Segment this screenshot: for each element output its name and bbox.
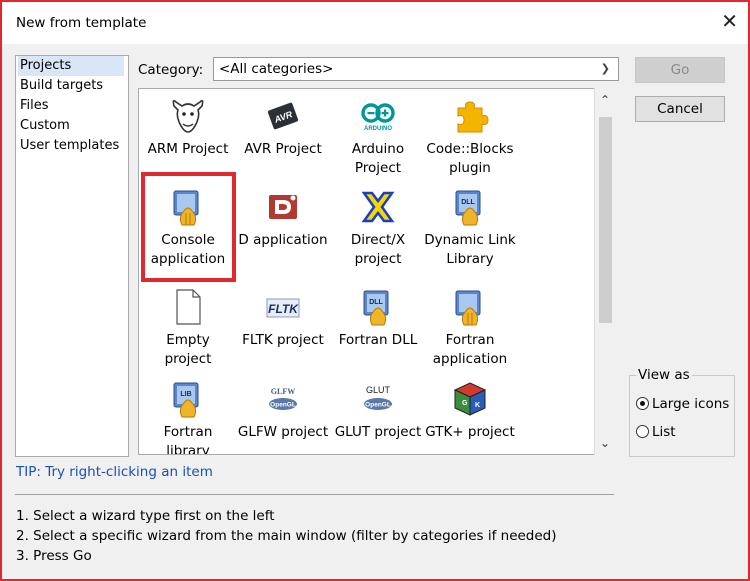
template-label: Empty project <box>164 332 212 367</box>
template-label: Code::Blocks plugin <box>426 141 514 176</box>
radio-unchecked-icon <box>636 425 649 438</box>
gnu-icon <box>168 96 208 136</box>
dll-icon: DLL <box>450 187 490 227</box>
radio-label: Large icons <box>652 396 730 412</box>
blank-page-icon <box>168 287 208 327</box>
svg-text:DLL: DLL <box>369 299 383 306</box>
lib-icon: LIB <box>168 379 208 419</box>
view-list-radio[interactable]: List <box>636 424 676 440</box>
chevron-up-icon[interactable]: ⌃ <box>600 93 610 107</box>
view-as-title: View as <box>636 367 692 383</box>
template-label: Arduino Project <box>351 141 405 176</box>
template-fltk-project[interactable]: FLTK FLTK project <box>236 287 330 350</box>
directx-icon <box>358 187 398 227</box>
template-label: Fortran DLL <box>338 332 418 348</box>
template-fortran-dll[interactable]: DLL Fortran DLL <box>331 287 425 350</box>
template-fortran-application[interactable]: Fortran application <box>423 287 517 369</box>
template-fortran-library[interactable]: LIB Fortran library <box>141 379 235 455</box>
template-arm-project[interactable]: ARM Project <box>141 96 235 159</box>
svg-text:FLTK: FLTK <box>268 302 299 316</box>
svg-text:OpenGL: OpenGL <box>270 402 296 409</box>
tip-text: TIP: Try right-clicking an item <box>16 464 213 480</box>
divider <box>15 494 614 495</box>
svg-text:OpenGL: OpenGL <box>365 402 391 409</box>
template-gtk-project[interactable]: GK GTK+ project <box>423 379 517 442</box>
chevron-down-icon: ❯ <box>600 62 610 75</box>
template-glut-project[interactable]: GLUT OpenGL GLUT project <box>331 379 425 442</box>
gtk-cube-icon: GK <box>450 379 490 419</box>
chevron-down-icon[interactable]: ⌄ <box>600 436 610 450</box>
template-label: Fortran library <box>163 424 213 455</box>
fltk-icon: FLTK <box>263 287 303 327</box>
svg-text:K: K <box>475 402 480 409</box>
svg-text:GLUT: GLUT <box>366 385 391 395</box>
svg-text:DLL: DLL <box>461 199 475 206</box>
svg-text:G: G <box>462 400 468 407</box>
close-icon[interactable]: ✕ <box>721 11 738 31</box>
scrollbar-thumb[interactable] <box>599 117 612 323</box>
template-avr-project[interactable]: AVR AVR Project <box>236 96 330 159</box>
template-label: GLFW project <box>237 424 329 440</box>
svg-text:ARDUINO: ARDUINO <box>364 126 392 132</box>
wizard-type-list[interactable]: Projects Build targets Files Custom User… <box>15 55 129 457</box>
highlight-box <box>141 172 236 282</box>
template-empty-project[interactable]: Empty project <box>141 287 235 369</box>
template-label: Dynamic Link Library <box>424 232 516 267</box>
dll-icon: DLL <box>358 287 398 327</box>
svg-text:LIB: LIB <box>180 391 191 398</box>
template-label: ARM Project <box>147 141 229 157</box>
view-as-group: View as Large icons List <box>629 367 735 457</box>
category-dropdown[interactable]: <All categories> ❯ <box>213 57 619 81</box>
template-label: AVR Project <box>244 141 322 157</box>
radio-checked-icon <box>636 397 649 410</box>
title-bar: New from template ✕ <box>2 2 748 44</box>
avr-chip-icon: AVR <box>263 96 303 136</box>
template-label: Fortran application <box>432 332 508 367</box>
d-logo-icon <box>263 187 303 227</box>
template-arduino-project[interactable]: ARDUINO Arduino Project <box>331 96 425 178</box>
puzzle-piece-icon <box>450 96 490 136</box>
wizard-type-user-templates[interactable]: User templates <box>16 136 128 156</box>
glut-opengl-icon: GLUT OpenGL <box>358 379 398 419</box>
template-label: GTK+ project <box>425 424 515 440</box>
wizard-type-build-targets[interactable]: Build targets <box>16 76 128 96</box>
template-label: Direct/X project <box>350 232 406 267</box>
template-codeblocks-plugin[interactable]: Code::Blocks plugin <box>423 96 517 178</box>
cancel-button[interactable]: Cancel <box>635 96 725 122</box>
radio-label: List <box>652 424 676 440</box>
wizard-type-custom[interactable]: Custom <box>16 116 128 136</box>
template-glfw-project[interactable]: GLFW OpenGL GLFW project <box>236 379 330 442</box>
view-large-icons-radio[interactable]: Large icons <box>636 396 729 412</box>
template-directx-project[interactable]: Direct/X project <box>331 187 425 269</box>
category-label: Category: <box>138 62 204 78</box>
template-label: FLTK project <box>242 332 324 348</box>
instruction-line: 3. Press Go <box>16 548 92 564</box>
template-dynamic-link-library[interactable]: DLL Dynamic Link Library <box>423 187 517 269</box>
template-grid-scrollbar[interactable]: ⌃ ⌄ <box>594 88 616 455</box>
instruction-line: 1. Select a wizard type first on the lef… <box>16 508 275 524</box>
glfw-opengl-icon: GLFW OpenGL <box>263 379 303 419</box>
dialog-title: New from template <box>16 15 147 31</box>
template-d-application[interactable]: D application <box>236 187 330 250</box>
template-label: GLUT project <box>334 424 422 440</box>
console-app-icon <box>450 287 490 327</box>
new-from-template-dialog: New from template ✕ Projects Build targe… <box>0 0 750 581</box>
instruction-line: 2. Select a specific wizard from the mai… <box>16 528 557 544</box>
category-value: <All categories> <box>219 61 334 77</box>
svg-text:GLFW: GLFW <box>271 387 295 396</box>
go-button[interactable]: Go <box>635 57 725 83</box>
wizard-type-files[interactable]: Files <box>16 96 128 116</box>
wizard-type-projects[interactable]: Projects <box>18 56 124 76</box>
arduino-icon: ARDUINO <box>358 96 398 136</box>
template-label: D application <box>238 232 328 248</box>
